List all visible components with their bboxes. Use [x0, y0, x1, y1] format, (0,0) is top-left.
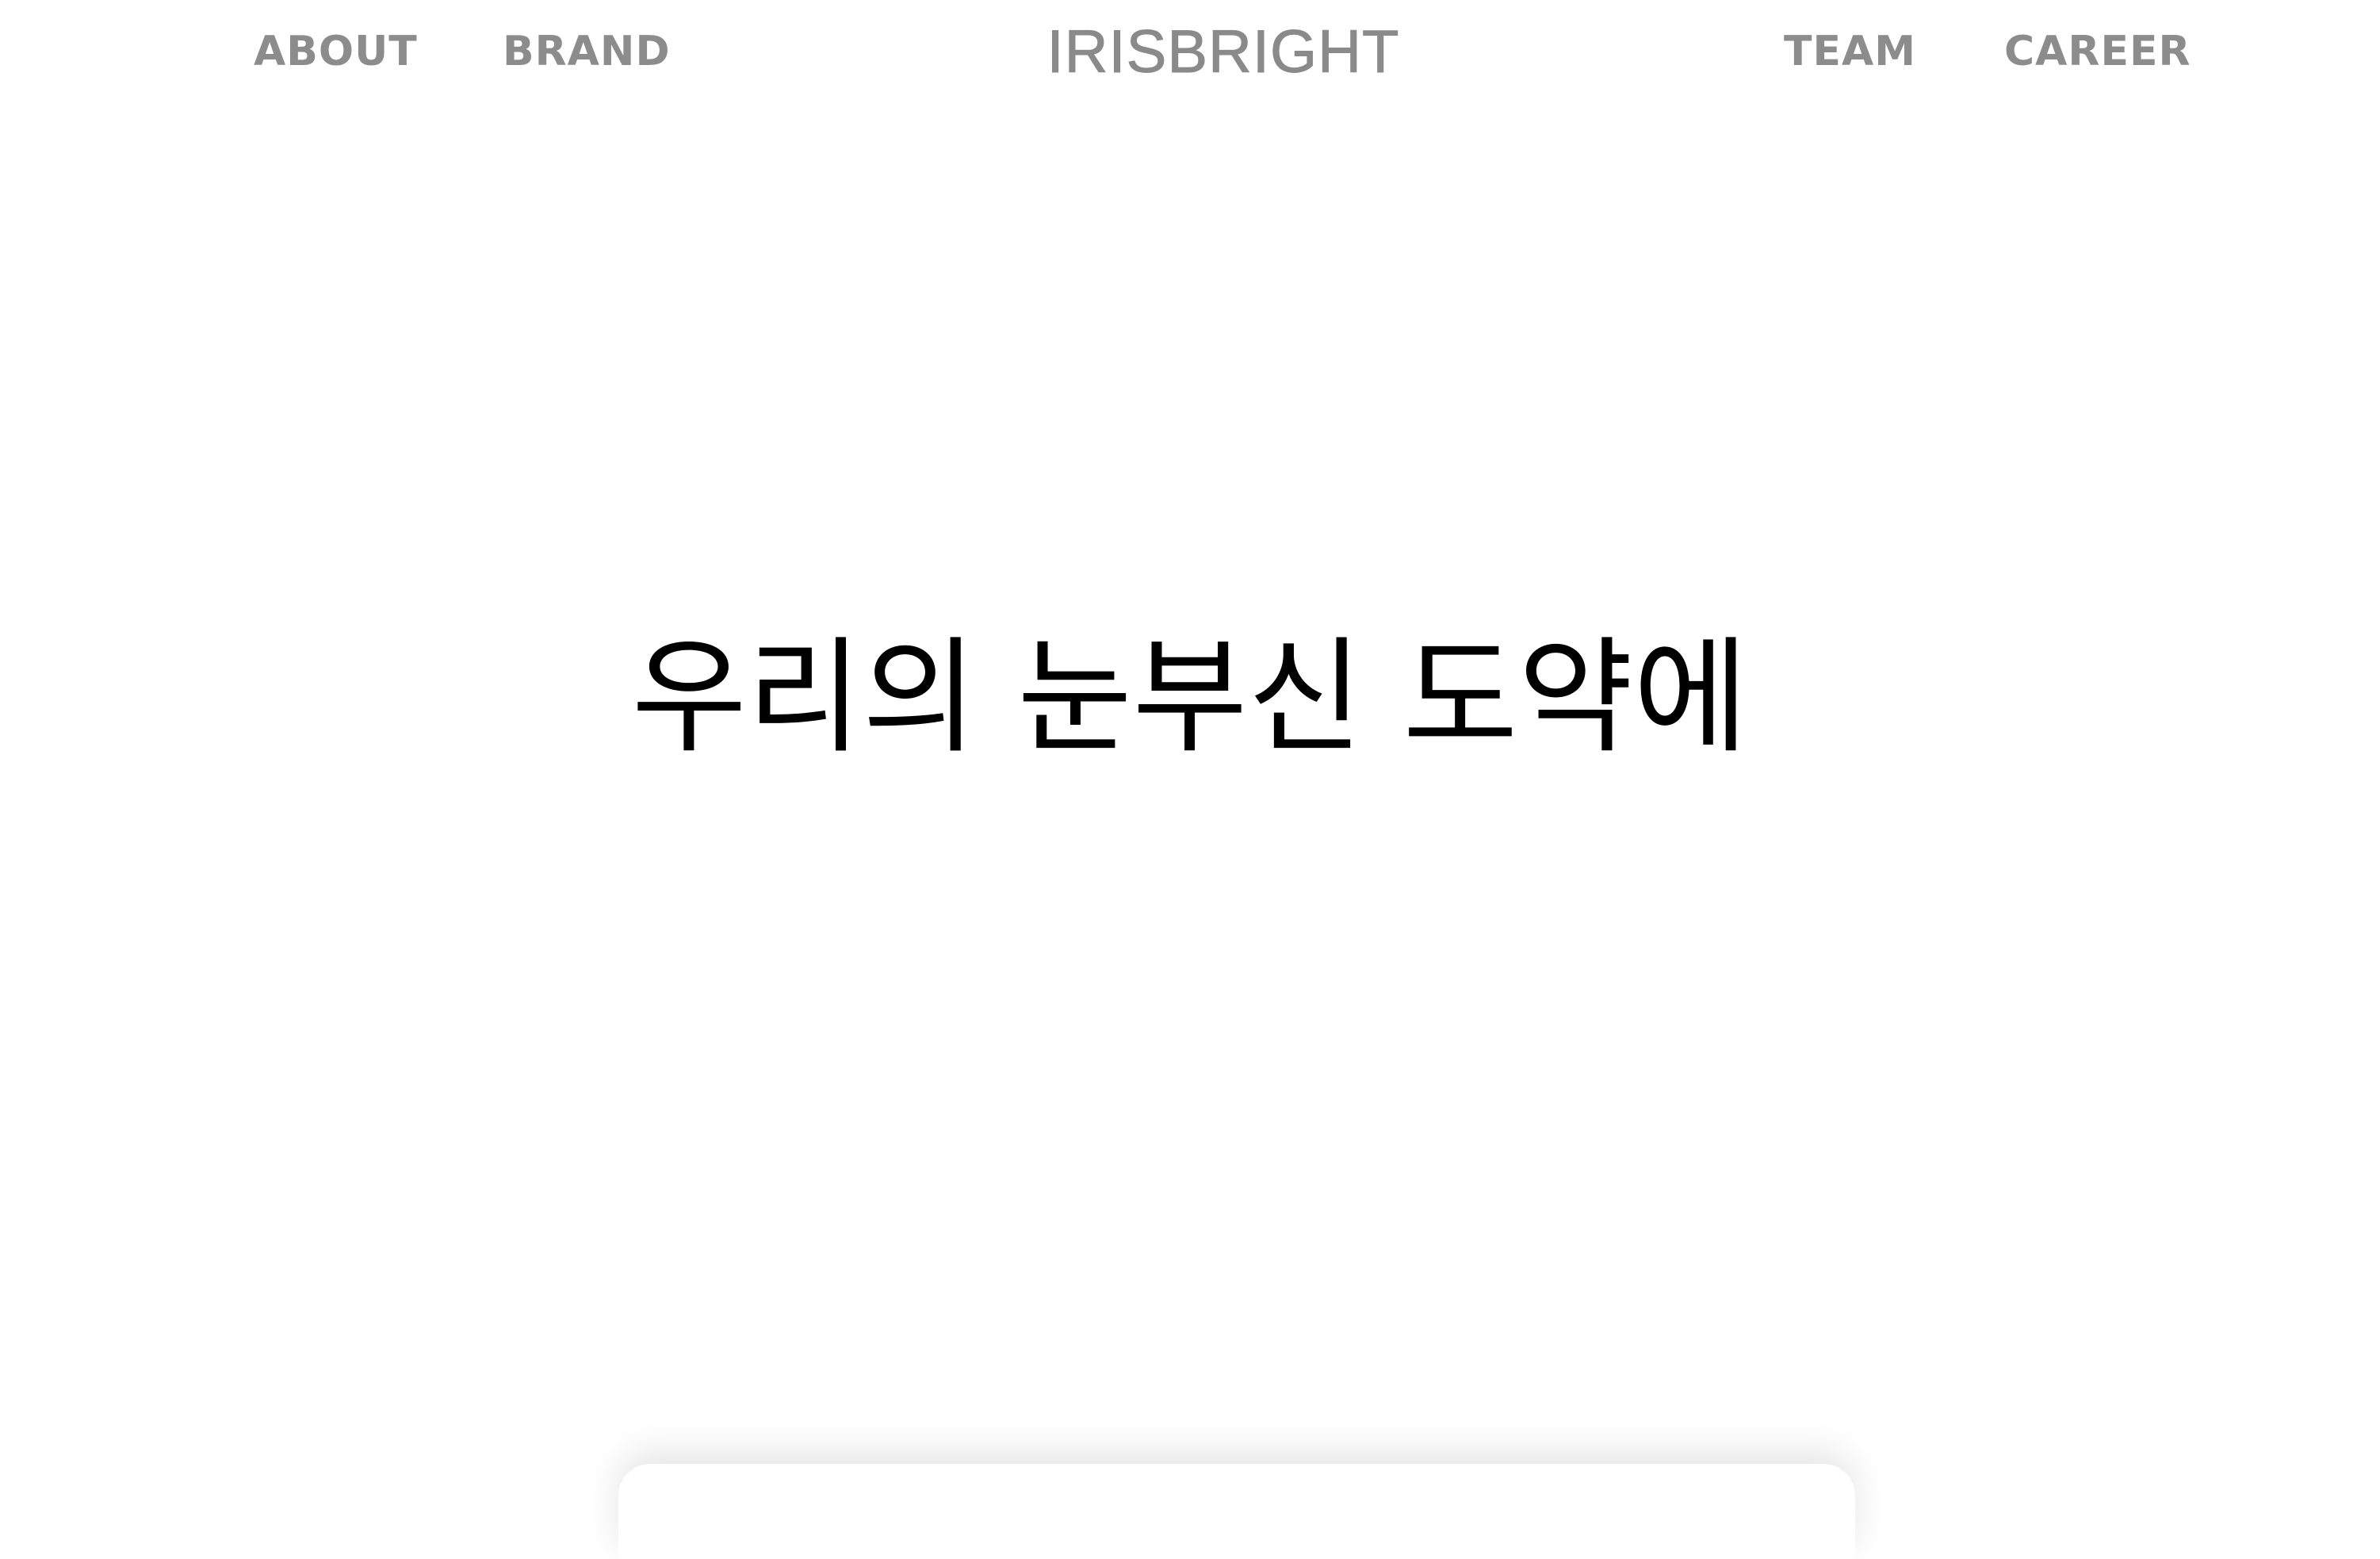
hero-headline: 우리의 눈부신 도약에 — [631, 625, 1749, 771]
nav-link-brand[interactable]: BRAND — [503, 27, 671, 76]
brand-logo[interactable]: IRISBRIGHT — [1016, 18, 1430, 86]
nav-link-career[interactable]: CAREER — [2004, 27, 2191, 76]
nav-link-about[interactable]: ABOUT — [254, 27, 418, 76]
nav-link-team[interactable]: TEAM — [1784, 27, 1916, 76]
top-navigation: ABOUT BRAND IRISBRIGHT TEAM CAREER — [0, 0, 2380, 111]
content-panel-edge — [618, 1464, 1855, 1559]
hero-section: 우리의 눈부신 도약에 — [0, 619, 2380, 777]
